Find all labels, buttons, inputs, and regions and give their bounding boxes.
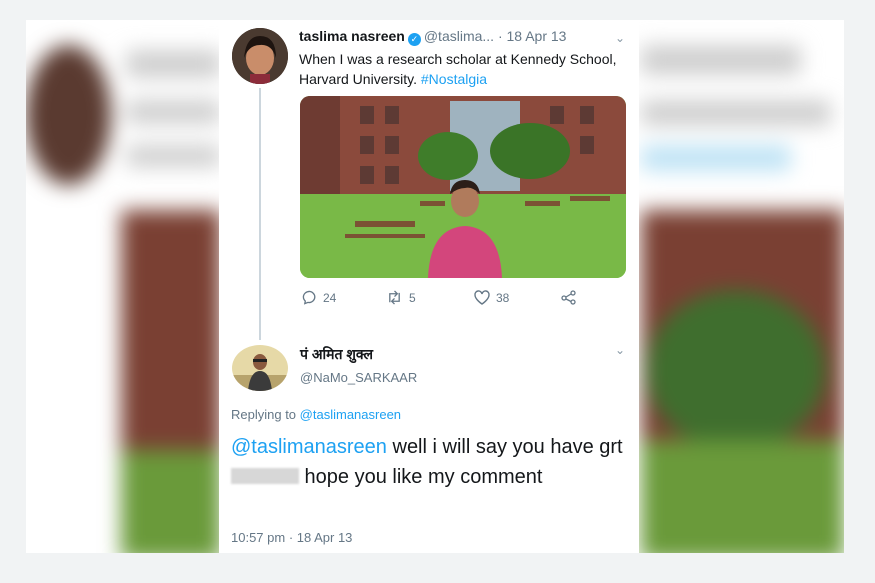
- replying-to-link[interactable]: @taslimanasreen: [300, 407, 401, 422]
- tweet-card: taslima nasreen ✓ @taslima... · 18 Apr 13 …: [219, 20, 639, 553]
- reply-header: पं अमित शुक्ल @NaMo_SARKAAR: [300, 345, 417, 385]
- reply-text: @taslimanasreen well i will say you have…: [231, 432, 626, 492]
- author-avatar[interactable]: [232, 28, 288, 84]
- share-icon: [561, 290, 576, 305]
- replying-to-label: Replying to: [231, 407, 297, 422]
- retweet-count: 5: [409, 290, 416, 305]
- avatar-image: [232, 28, 288, 84]
- tweet-date[interactable]: · 18 Apr 13: [498, 28, 567, 44]
- author-name[interactable]: taslima nasreen: [299, 28, 405, 44]
- campus-photo: [300, 96, 626, 278]
- tweet-photo[interactable]: [300, 96, 626, 278]
- reply-author-avatar[interactable]: [232, 345, 288, 391]
- retweet-icon: [389, 290, 400, 305]
- censored-word: [231, 468, 299, 484]
- reply-avatar-image: [232, 345, 288, 391]
- thread-line: [259, 88, 261, 340]
- retweet-action[interactable]: 5: [386, 290, 416, 305]
- author-handle[interactable]: @taslima...: [424, 28, 494, 44]
- tweet-actions: 24 5 38: [299, 290, 599, 310]
- tweet-text: When I was a research scholar at Kennedy…: [299, 49, 619, 89]
- reply-icon: [302, 290, 316, 305]
- reply-timestamp[interactable]: 10:57 pm · 18 Apr 13: [231, 530, 352, 545]
- share-action[interactable]: [561, 290, 577, 305]
- like-action[interactable]: 38: [474, 290, 509, 305]
- reply-text-part-1: well i will say you have grt: [386, 436, 623, 458]
- reply-count: 24: [323, 290, 337, 305]
- hashtag-link[interactable]: #Nostalgia: [421, 71, 487, 87]
- replying-to-line: Replying to @taslimanasreen: [231, 407, 401, 422]
- reply-chevron-down-icon[interactable]: ⌄: [615, 343, 625, 357]
- mention-link[interactable]: @taslimanasreen: [231, 436, 387, 458]
- image-frame: taslima nasreen ✓ @taslima... · 18 Apr 13 …: [26, 20, 844, 553]
- chevron-down-icon[interactable]: ⌄: [615, 31, 625, 45]
- verified-icon: ✓: [407, 33, 421, 46]
- tweet-header: taslima nasreen ✓ @taslima... · 18 Apr 13: [299, 28, 566, 46]
- reply-text-part-2: hope you like my comment: [299, 466, 543, 488]
- heart-icon: [474, 290, 490, 305]
- reply-action[interactable]: 24: [302, 290, 336, 305]
- like-count: 38: [496, 290, 510, 305]
- reply-author-name[interactable]: पं अमित शुक्ल: [300, 345, 417, 364]
- reply-author-handle[interactable]: @NaMo_SARKAAR: [300, 370, 417, 385]
